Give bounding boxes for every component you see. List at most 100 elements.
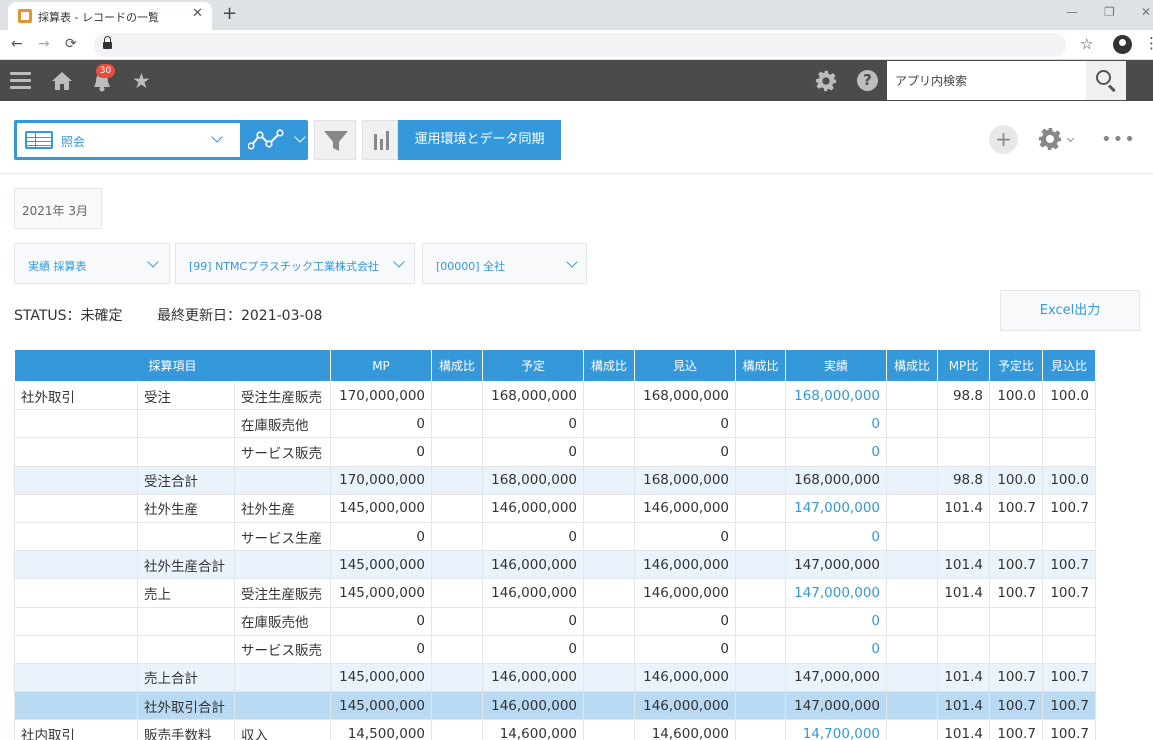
plan-share-cell bbox=[583, 606, 635, 636]
category-cell bbox=[14, 437, 138, 467]
column-header: 実績 bbox=[785, 349, 887, 382]
actual-share-cell bbox=[886, 719, 938, 740]
more-options-button[interactable]: ••• bbox=[1101, 129, 1136, 150]
view-label: 照会 bbox=[61, 135, 86, 149]
report-type-dropdown[interactable]: 実績 採算表 bbox=[14, 243, 170, 284]
window-minimize-button[interactable]: — bbox=[1066, 5, 1078, 19]
sync-data-button[interactable]: 運用環境とデータ同期 bbox=[398, 120, 561, 160]
actual-share-cell bbox=[886, 380, 938, 411]
mp-ratio-share-cell bbox=[431, 437, 483, 467]
plan-cell: 146,000,000 bbox=[482, 578, 584, 608]
filter-button[interactable] bbox=[314, 120, 356, 160]
actual-cell[interactable]: 0 bbox=[785, 521, 887, 552]
actual-share-cell bbox=[886, 634, 938, 664]
item-cell bbox=[234, 550, 331, 580]
plan-ratio-cell bbox=[989, 437, 1043, 467]
mp-ratio-share-cell bbox=[431, 465, 483, 495]
browser-menu-icon[interactable]: ⋮ bbox=[1144, 34, 1153, 52]
bookmark-star-icon[interactable]: ☆ bbox=[1080, 35, 1093, 53]
item-cell: 在庫販売他 bbox=[234, 409, 331, 439]
company-dropdown[interactable]: [99] NTMCプラスチック工業株式会社 bbox=[175, 243, 415, 284]
graph-chevron-down-icon[interactable] bbox=[294, 131, 306, 143]
help-icon[interactable]: ? bbox=[857, 70, 878, 91]
window-maximize-button[interactable]: ❐ bbox=[1104, 5, 1115, 19]
actual-share-cell bbox=[886, 409, 938, 439]
subcategory-cell bbox=[137, 437, 235, 467]
column-header: 構成比 bbox=[431, 349, 483, 382]
view-select[interactable]: 照会 bbox=[17, 123, 240, 157]
actual-cell[interactable]: 0 bbox=[785, 634, 887, 664]
plan-share-cell bbox=[583, 493, 635, 523]
home-icon[interactable] bbox=[51, 71, 73, 91]
plan-ratio-cell: 100.7 bbox=[989, 550, 1043, 580]
mp-cell: 170,000,000 bbox=[330, 380, 432, 411]
forecast-share-cell bbox=[735, 691, 786, 721]
subcategory-cell: 売上 bbox=[137, 578, 235, 608]
category-cell: 社内取引 bbox=[14, 719, 138, 740]
reload-icon[interactable]: ⟳ bbox=[65, 36, 77, 52]
settings-chevron-down-icon[interactable] bbox=[1066, 134, 1075, 143]
actual-cell[interactable]: 168,000,000 bbox=[785, 380, 887, 411]
actual-cell: 147,000,000 bbox=[785, 662, 887, 693]
mp-ratio-cell bbox=[937, 409, 990, 439]
item-cell: 収入 bbox=[234, 719, 331, 740]
gear-icon[interactable] bbox=[815, 70, 837, 92]
actual-cell[interactable]: 147,000,000 bbox=[785, 578, 887, 608]
forecast-cell: 146,000,000 bbox=[634, 493, 736, 523]
column-header: 見込 bbox=[634, 349, 736, 382]
plan-ratio-cell bbox=[989, 606, 1043, 636]
plan-ratio-cell: 100.0 bbox=[989, 465, 1043, 495]
tab-close-icon[interactable]: ✕ bbox=[192, 6, 203, 21]
add-record-button[interactable]: + bbox=[989, 125, 1018, 154]
item-cell: 在庫販売他 bbox=[234, 606, 331, 636]
mp-cell: 145,000,000 bbox=[330, 493, 432, 523]
graph-button[interactable] bbox=[362, 120, 398, 160]
category-cell bbox=[14, 465, 138, 495]
forward-arrow-icon[interactable]: → bbox=[38, 36, 50, 52]
mp-ratio-cell bbox=[937, 634, 990, 664]
actual-cell[interactable]: 14,700,000 bbox=[785, 719, 887, 740]
excel-export-button[interactable]: Excel出力 bbox=[1000, 290, 1140, 331]
mp-ratio-cell: 98.8 bbox=[937, 380, 990, 411]
plan-ratio-cell bbox=[989, 521, 1043, 552]
new-tab-button[interactable]: + bbox=[222, 3, 237, 24]
unit-dropdown[interactable]: [00000] 全社 bbox=[422, 243, 587, 284]
actual-cell[interactable]: 147,000,000 bbox=[785, 493, 887, 523]
settings-gear-icon[interactable] bbox=[1038, 127, 1062, 151]
plan-share-cell bbox=[583, 521, 635, 552]
mp-ratio-share-cell bbox=[431, 691, 483, 721]
plan-share-cell bbox=[583, 465, 635, 495]
hamburger-icon[interactable] bbox=[10, 72, 31, 90]
profile-avatar-icon[interactable] bbox=[1113, 35, 1132, 54]
plan-share-cell bbox=[583, 550, 635, 580]
category-cell bbox=[14, 606, 138, 636]
forecast-ratio-cell: 100.7 bbox=[1042, 662, 1096, 693]
plan-ratio-cell: 100.7 bbox=[989, 719, 1043, 740]
forecast-cell: 0 bbox=[634, 606, 736, 636]
actual-share-cell bbox=[886, 662, 938, 693]
back-arrow-icon[interactable]: ← bbox=[11, 36, 23, 52]
forecast-share-cell bbox=[735, 380, 786, 411]
mp-cell: 0 bbox=[330, 437, 432, 467]
subcategory-cell bbox=[137, 409, 235, 439]
forecast-cell: 146,000,000 bbox=[634, 662, 736, 693]
star-icon[interactable]: ★ bbox=[132, 69, 151, 93]
mp-ratio-share-cell bbox=[431, 606, 483, 636]
category-cell bbox=[14, 634, 138, 664]
browser-tab[interactable]: 採算表 - レコードの一覧 ✕ bbox=[8, 2, 212, 30]
actual-cell[interactable]: 0 bbox=[785, 437, 887, 467]
month-selector[interactable]: 2021年 3月 bbox=[14, 188, 102, 229]
app-search-input[interactable]: アプリ内検索 bbox=[887, 61, 1086, 100]
column-header: 見込比 bbox=[1042, 349, 1096, 382]
mp-ratio-share-cell bbox=[431, 493, 483, 523]
status-text: STATUS：未確定 bbox=[14, 308, 123, 324]
search-button[interactable] bbox=[1086, 61, 1126, 100]
category-cell bbox=[14, 409, 138, 439]
actual-cell[interactable]: 0 bbox=[785, 606, 887, 636]
url-field[interactable] bbox=[94, 33, 1066, 57]
window-close-button[interactable]: ✕ bbox=[1141, 5, 1151, 19]
graph-icon[interactable] bbox=[248, 129, 286, 151]
forecast-ratio-cell: 100.7 bbox=[1042, 550, 1096, 580]
actual-cell[interactable]: 0 bbox=[785, 409, 887, 439]
column-header: 構成比 bbox=[735, 349, 786, 382]
